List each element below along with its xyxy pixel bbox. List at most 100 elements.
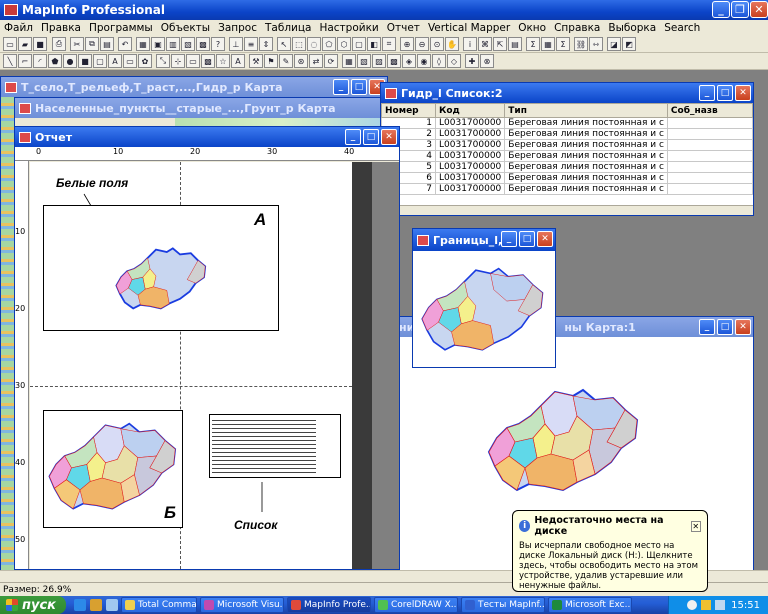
rounded-rectangle-icon[interactable]: ▢ (93, 54, 107, 68)
table-row[interactable]: 3 L0031700000 Береговая линия постоянная и… (381, 139, 753, 151)
add-node-icon[interactable]: ⊹ (171, 54, 185, 68)
sum-icon[interactable]: Σ (556, 37, 570, 51)
menu-search[interactable]: Search (660, 22, 704, 34)
map-3d-icon[interactable]: ◩ (622, 37, 636, 51)
menu-options[interactable]: Настройки (315, 22, 382, 34)
menu-report[interactable]: Отчет (383, 22, 424, 34)
map-frame-b[interactable]: Б (43, 410, 183, 528)
close-button[interactable]: ✕ (735, 319, 751, 335)
borders-map-window[interactable]: Границы_l,... _ □ ✕ (412, 228, 556, 368)
arrange-icon[interactable]: ⇕ (259, 37, 273, 51)
vertical-mapper-tool-2-icon[interactable]: ⚑ (264, 54, 278, 68)
info-tool-icon[interactable]: i (463, 37, 477, 51)
arc-icon[interactable]: ◜ (33, 54, 47, 68)
minimize-button[interactable]: _ (333, 79, 349, 95)
menu-programs[interactable]: Программы (85, 22, 157, 34)
grid-tool-1-icon[interactable]: ▦ (342, 54, 356, 68)
cut-icon[interactable]: ✂ (70, 37, 84, 51)
maximize-button[interactable]: ❐ (731, 1, 749, 18)
new-browser-icon[interactable]: ▦ (136, 37, 150, 51)
radius-select-icon[interactable]: ◌ (307, 37, 321, 51)
task-tests-mapinfo[interactable]: Тесты MapInf... (461, 597, 545, 613)
menu-query[interactable]: Запрос (214, 22, 261, 34)
list-frame[interactable] (209, 414, 341, 478)
region-style-icon[interactable]: ▩ (201, 54, 215, 68)
start-button[interactable]: пуск (0, 596, 66, 614)
list-frame-label[interactable]: Список (234, 518, 277, 532)
save-icon[interactable]: ■ (33, 37, 47, 51)
grid-tool-8-icon[interactable]: ◇ (447, 54, 461, 68)
marquee-select-icon[interactable]: ⬚ (292, 37, 306, 51)
maximize-button[interactable]: □ (351, 79, 367, 95)
minimize-button[interactable]: _ (699, 319, 715, 335)
invert-select-icon[interactable]: ◧ (367, 37, 381, 51)
column-header[interactable]: Тип (504, 103, 668, 118)
minimize-button[interactable]: _ (712, 1, 730, 18)
low-disk-space-balloon[interactable]: i Недостаточно места на диске ✕ Вы исчер… (512, 510, 708, 592)
new-grapher-icon[interactable]: ▥ (166, 37, 180, 51)
boundary-select-icon[interactable]: ⬡ (337, 37, 351, 51)
zoom-in-icon[interactable]: ⊕ (400, 37, 414, 51)
map-window-settlements-titlebar[interactable]: Населенные_пункты__старые_...,Грунт_р Ка… (15, 98, 387, 118)
task-excel[interactable]: Microsoft Exc... (548, 597, 632, 613)
unselect-icon[interactable]: ▢ (352, 37, 366, 51)
copy-icon[interactable]: ⧉ (85, 37, 99, 51)
grid-tool-7-icon[interactable]: ◊ (432, 54, 446, 68)
quicklaunch-ie-icon[interactable] (74, 599, 86, 611)
legend-icon[interactable]: ▤ (508, 37, 522, 51)
grid-tool-4-icon[interactable]: ▩ (387, 54, 401, 68)
close-button[interactable]: ✕ (735, 85, 751, 101)
report-window-titlebar[interactable]: Отчет _ □ ✕ (15, 127, 399, 147)
task-coreldraw[interactable]: CorelDRAW X... (374, 597, 458, 613)
frame-icon[interactable]: ▭ (123, 54, 137, 68)
column-header[interactable]: Соб_назв (666, 103, 753, 118)
column-header[interactable]: Номер (381, 103, 436, 118)
menu-help[interactable]: Справка (550, 22, 604, 34)
text-icon[interactable]: A (108, 54, 122, 68)
thematic-icon[interactable]: ◪ (607, 37, 621, 51)
quicklaunch-desktop-icon[interactable] (106, 599, 118, 611)
plugin-tool-1-icon[interactable]: ✚ (465, 54, 479, 68)
close-button[interactable]: ✕ (381, 129, 397, 145)
task-visual[interactable]: Microsoft Visu... (200, 597, 284, 613)
menu-window[interactable]: Окно (514, 22, 550, 34)
menu-file[interactable]: Файл (0, 22, 37, 34)
grid-tool-5-icon[interactable]: ◈ (402, 54, 416, 68)
polygon-select-icon[interactable]: ⬠ (322, 37, 336, 51)
maximize-button[interactable]: □ (717, 85, 733, 101)
list-window-titlebar[interactable]: Гидр_l Список:2 _ □ ✕ (381, 83, 753, 103)
grid-tool-6-icon[interactable]: ◉ (417, 54, 431, 68)
table-row[interactable]: 5 L0031700000 Береговая линия постоянная и… (381, 161, 753, 173)
close-button[interactable]: ✕ (537, 231, 553, 247)
vertical-mapper-tool-6-icon[interactable]: ⟳ (324, 54, 338, 68)
table-row[interactable]: 6 L0031700000 Береговая линия постоянная и… (381, 172, 753, 184)
ruler-icon[interactable]: ⊥ (229, 37, 243, 51)
table-row[interactable]: 1 L0031700000 Береговая линия постоянная и… (381, 117, 753, 129)
task-total-commander[interactable]: Total Comma... (121, 597, 197, 613)
menu-table[interactable]: Таблица (261, 22, 315, 34)
change-view-icon[interactable]: ⊙ (430, 37, 444, 51)
maximize-button[interactable]: □ (717, 319, 733, 335)
grid-tool-3-icon[interactable]: ▨ (372, 54, 386, 68)
label-tool-icon[interactable]: ⌘ (478, 37, 492, 51)
table-window-icon[interactable]: ▦ (541, 37, 555, 51)
map-frame-a[interactable]: А (43, 205, 279, 331)
symbol-style-icon[interactable]: ☆ (216, 54, 230, 68)
undo-icon[interactable]: ↶ (118, 37, 132, 51)
menu-edit[interactable]: Правка (37, 22, 85, 34)
tray-network-icon[interactable] (687, 600, 698, 610)
quicklaunch-explorer-icon[interactable] (90, 599, 102, 611)
menu-vertical-mapper[interactable]: Vertical Mapper (424, 22, 514, 34)
new-icon[interactable]: ▭ (3, 37, 17, 51)
paste-icon[interactable]: ▤ (100, 37, 114, 51)
map-window-village-titlebar[interactable]: Т_село,Т_рельеф,Т_раст,...,Гидр_р Карта … (1, 77, 387, 97)
layer-icon[interactable]: ≡ (244, 37, 258, 51)
help-icon[interactable]: ? (211, 37, 225, 51)
minimize-button[interactable]: _ (699, 85, 715, 101)
table-row[interactable]: 4 L0031700000 Береговая линия постоянная и… (381, 150, 753, 162)
line-style-icon[interactable]: ▭ (186, 54, 200, 68)
print-icon[interactable]: ⎙ (52, 37, 66, 51)
redistrict-icon[interactable]: ▩ (196, 37, 210, 51)
reshape-icon[interactable]: ⤡ (156, 54, 170, 68)
polygon-icon[interactable]: ⬟ (48, 54, 62, 68)
